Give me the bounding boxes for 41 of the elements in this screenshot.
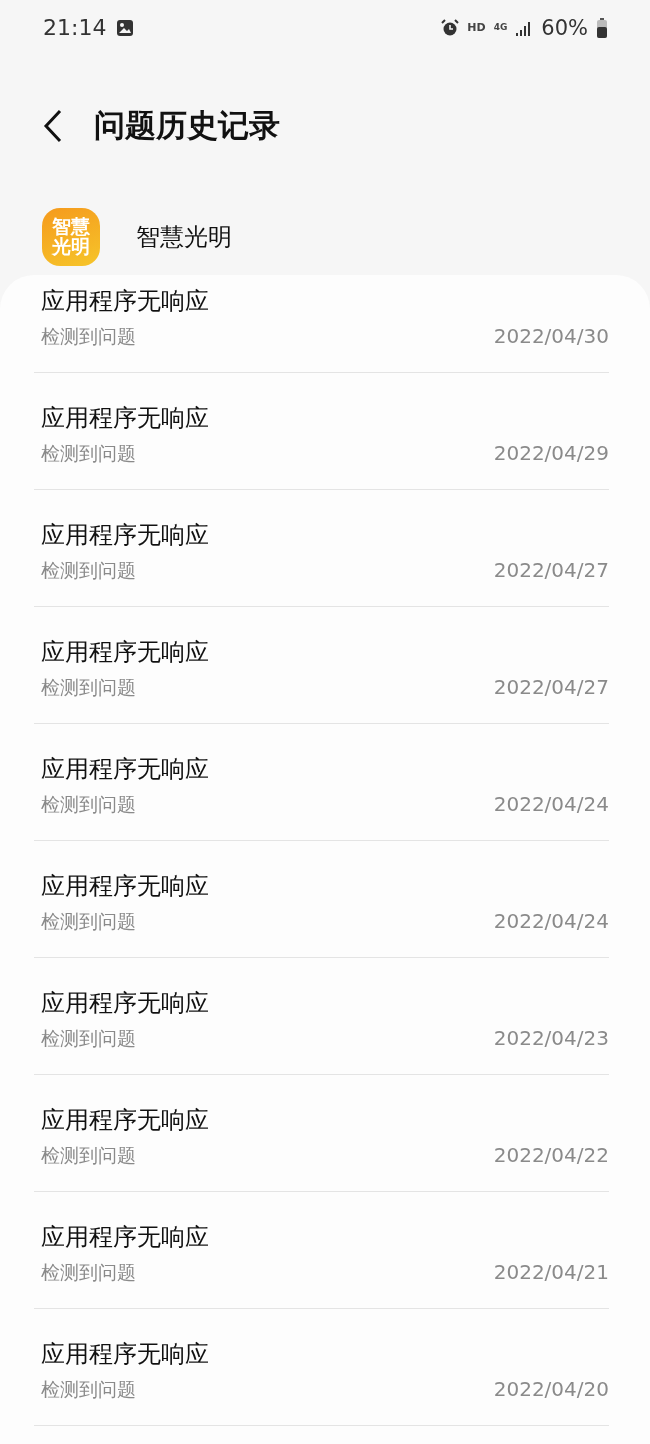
record-date: 2022/04/23 (493, 1026, 609, 1050)
record-subtitle: 检测到问题 (41, 675, 136, 699)
record-subtitle: 检测到问题 (41, 1260, 136, 1284)
record-date: 2022/04/24 (493, 792, 609, 816)
record-subtitle: 检测到问题 (41, 1377, 136, 1401)
record-date: 2022/04/27 (493, 675, 609, 699)
record-subtitle: 检测到问题 (41, 558, 136, 582)
record-date: 2022/04/22 (493, 1143, 609, 1167)
record-subtitle: 检测到问题 (41, 909, 136, 933)
app-name: 智慧光明 (136, 222, 232, 253)
record-title: 应用程序无响应 (41, 1105, 210, 1135)
record-title: 应用程序无响应 (41, 1339, 210, 1369)
status-time: 21:14 (43, 15, 107, 40)
app-logo: 智慧 光明 (42, 208, 100, 266)
page-title: 问题历史记录 (94, 106, 280, 145)
record-subtitle: 检测到问题 (41, 324, 136, 348)
battery-percent: 60% (541, 15, 588, 40)
record-title: 应用程序无响应 (41, 871, 210, 901)
record-date: 2022/04/21 (493, 1260, 609, 1284)
record-date: 2022/04/29 (493, 441, 609, 465)
record-title: 应用程序无响应 (41, 520, 210, 550)
record-title: 应用程序无响应 (41, 1222, 210, 1252)
network-label: HD (467, 21, 486, 34)
battery-icon (596, 17, 608, 38)
record-date: 2022/04/20 (493, 1377, 609, 1401)
record-date: 2022/04/27 (493, 558, 609, 582)
image-icon (116, 18, 135, 37)
record-subtitle: 检测到问题 (41, 792, 136, 816)
record-subtitle: 检测到问题 (41, 1143, 136, 1167)
network-type-label: 4G (493, 23, 508, 32)
record-subtitle: 检测到问题 (41, 441, 136, 465)
record-subtitle: 检测到问题 (41, 1026, 136, 1050)
back-icon[interactable] (42, 109, 64, 143)
record-title: 应用程序无响应 (41, 988, 210, 1018)
record-title: 应用程序无响应 (41, 286, 210, 316)
record-title: 应用程序无响应 (41, 754, 210, 784)
record-date: 2022/04/24 (493, 909, 609, 933)
record-title: 应用程序无响应 (41, 403, 210, 433)
record-title: 应用程序无响应 (41, 637, 210, 667)
record-date: 2022/04/30 (493, 324, 609, 348)
alarm-icon (441, 18, 460, 37)
